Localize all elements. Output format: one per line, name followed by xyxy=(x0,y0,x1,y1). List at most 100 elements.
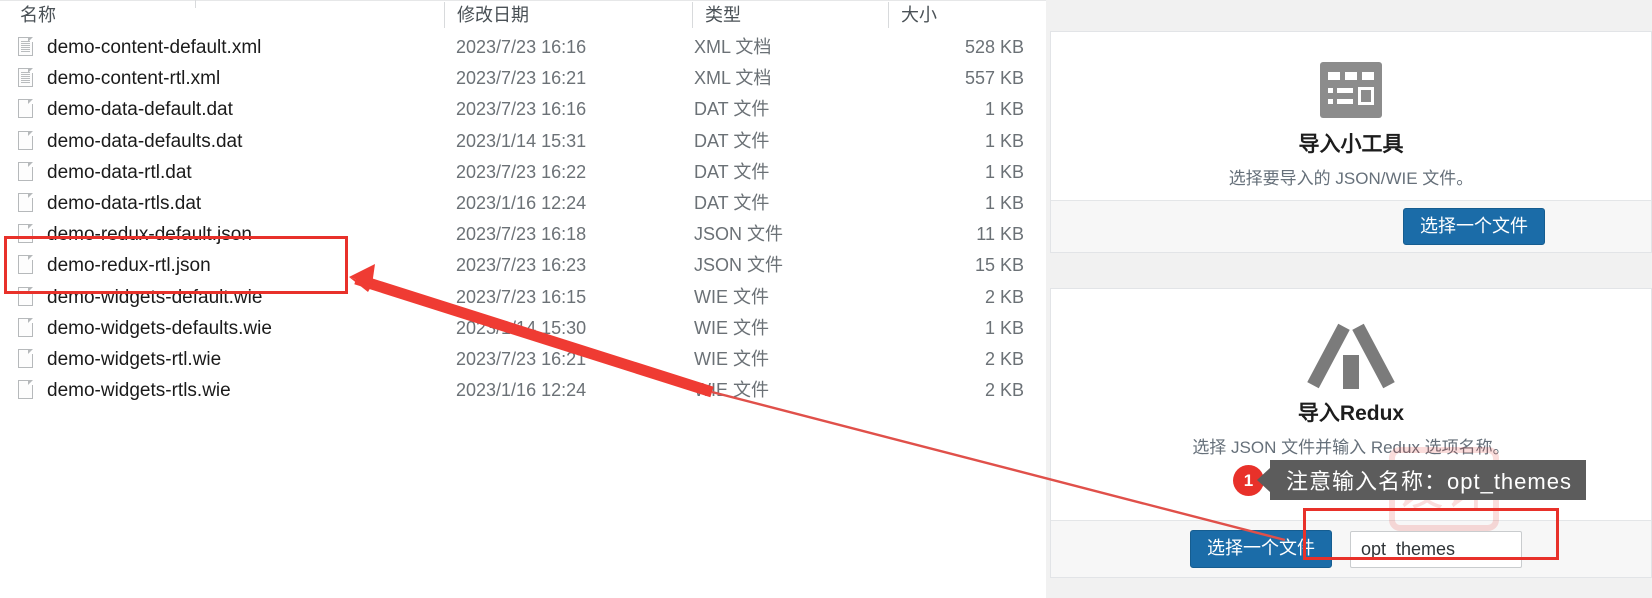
table-row[interactable]: demo-data-rtl.dat 2023/7/23 16:22 DAT 文件 1 … xyxy=(0,157,1046,188)
import-widgets-card: 导入小工具 选择要导入的 JSON/WIE 文件。 选择一个文件 xyxy=(1050,31,1652,253)
file-name-label: demo-widgets-defaults.wie xyxy=(47,317,272,339)
column-header-type[interactable]: 类型 xyxy=(692,2,888,28)
table-row[interactable]: demo-data-defaults.dat 2023/1/14 15:31 DAT… xyxy=(0,126,1046,157)
file-name-cell[interactable]: demo-widgets-default.wie xyxy=(18,282,262,313)
file-name-label: demo-data-rtl.dat xyxy=(47,161,192,183)
widget-grid-icon-wrap xyxy=(1051,62,1651,118)
file-type-cell: DAT 文件 xyxy=(694,130,770,151)
file-name-label: demo-widgets-rtls.wie xyxy=(47,380,231,402)
file-name-label: demo-content-rtl.xml xyxy=(47,68,221,90)
file-name-cell[interactable]: demo-redux-rtl.json xyxy=(18,250,211,281)
x-logo-icon xyxy=(1307,323,1395,389)
table-row[interactable]: demo-widgets-rtls.wie 2023/1/16 12:24 WIE … xyxy=(0,375,1046,406)
file-type-cell: WIE 文件 xyxy=(694,380,769,401)
generic-file-icon xyxy=(18,99,35,120)
table-row[interactable]: demo-data-rtls.dat 2023/1/16 12:24 DAT 文件 1… xyxy=(0,188,1046,219)
column-header-date[interactable]: 修改日期 xyxy=(444,2,692,28)
file-date-cell: 2023/1/14 15:31 xyxy=(456,130,587,151)
file-name-label: demo-data-rtls.dat xyxy=(47,192,202,214)
header-top-divider xyxy=(0,0,1046,1)
file-date-cell: 2023/7/23 16:22 xyxy=(456,161,587,182)
file-type-cell: DAT 文件 xyxy=(694,161,770,182)
file-date-cell: 2023/7/23 16:16 xyxy=(456,99,587,120)
file-size-cell: 1 KB xyxy=(984,192,1024,213)
file-date-cell: 2023/7/23 16:18 xyxy=(456,224,587,245)
screen-root: 名称 修改日期 类型 大小 demo-content-default.xml 20… xyxy=(0,0,1652,598)
file-date-cell: 2023/7/23 16:16 xyxy=(456,37,587,57)
import-redux-subtitle: 选择 JSON 文件并输入 Redux 选项名称。 xyxy=(1192,438,1510,457)
file-name-cell[interactable]: demo-data-defaults.dat xyxy=(18,126,242,157)
redux-option-name-input[interactable] xyxy=(1350,530,1522,568)
file-list: demo-content-default.xml 2023/7/23 16:16 X… xyxy=(0,32,1046,406)
file-date-cell: 2023/7/23 16:21 xyxy=(456,348,587,369)
import-pane: 导入小工具 选择要导入的 JSON/WIE 文件。 选择一个文件 导入Redux… xyxy=(1046,0,1652,598)
choose-file-button-widgets[interactable]: 选择一个文件 xyxy=(1403,207,1545,246)
xml-document-icon xyxy=(18,37,35,58)
file-name-cell[interactable]: demo-data-rtls.dat xyxy=(18,188,201,219)
file-type-cell: XML 文档 xyxy=(694,37,772,57)
file-size-cell: 1 KB xyxy=(984,317,1024,338)
file-date-cell: 2023/7/23 16:23 xyxy=(456,255,587,276)
file-type-cell: DAT 文件 xyxy=(694,99,770,120)
file-size-cell: 1 KB xyxy=(984,130,1024,151)
file-size-cell: 15 KB xyxy=(974,255,1024,276)
generic-file-icon xyxy=(18,348,35,370)
file-name-label: demo-redux-rtl.json xyxy=(47,255,211,277)
table-row[interactable]: demo-data-default.dat 2023/7/23 16:16 DAT … xyxy=(0,94,1046,125)
file-name-cell[interactable]: demo-redux-default.json xyxy=(18,219,252,250)
table-row[interactable]: demo-widgets-defaults.wie 2023/1/14 15:30… xyxy=(0,313,1046,344)
file-name-cell[interactable]: demo-widgets-rtls.wie xyxy=(18,375,231,406)
import-redux-card: 导入Redux 选择 JSON 文件并输入 Redux 选项名称。 选择一个文件 xyxy=(1050,288,1652,578)
x-logo-icon-wrap xyxy=(1051,323,1651,389)
table-row[interactable]: demo-widgets-rtl.wie 2023/7/23 16:21 WIE 文… xyxy=(0,344,1046,375)
file-size-cell: 1 KB xyxy=(984,99,1024,120)
file-date-cell: 2023/1/14 15:30 xyxy=(456,317,587,338)
import-widgets-body: 导入小工具 选择要导入的 JSON/WIE 文件。 xyxy=(1051,32,1651,200)
file-name-cell[interactable]: demo-widgets-rtl.wie xyxy=(18,344,221,375)
file-size-cell: 2 KB xyxy=(984,286,1024,307)
table-row[interactable]: demo-redux-default.json 2023/7/23 16:18 JS… xyxy=(0,219,1046,250)
generic-file-icon xyxy=(18,193,35,214)
table-row[interactable]: demo-redux-rtl.json 2023/7/23 16:23 JSON 文… xyxy=(0,250,1046,281)
callout-note: 注意输入名称：opt_themes xyxy=(1257,460,1586,500)
file-size-cell: 1 KB xyxy=(984,161,1024,182)
file-name-cell[interactable]: demo-widgets-defaults.wie xyxy=(18,313,272,344)
table-row[interactable]: demo-widgets-default.wie 2023/7/23 16:15 W… xyxy=(0,282,1046,313)
table-row[interactable]: demo-content-default.xml 2023/7/23 16:16 X… xyxy=(0,32,1046,63)
file-name-label: demo-redux-default.json xyxy=(47,224,252,246)
file-name-cell[interactable]: demo-data-default.dat xyxy=(18,94,233,125)
generic-file-icon xyxy=(18,317,35,339)
file-name-label: demo-widgets-rtl.wie xyxy=(47,348,222,370)
column-header-row: 名称 修改日期 类型 大小 xyxy=(0,0,1046,30)
import-widgets-title: 导入小工具 xyxy=(1298,133,1404,156)
file-name-cell[interactable]: demo-data-rtl.dat xyxy=(18,157,192,188)
file-name-label: demo-data-defaults.dat xyxy=(47,130,243,152)
generic-file-icon xyxy=(18,255,35,276)
column-header-size[interactable]: 大小 xyxy=(888,2,1038,28)
file-name-cell[interactable]: demo-content-default.xml xyxy=(18,32,261,63)
file-type-cell: DAT 文件 xyxy=(694,192,770,213)
file-date-cell: 2023/1/16 12:24 xyxy=(456,380,587,401)
file-type-cell: JSON 文件 xyxy=(694,255,784,276)
choose-file-button-redux[interactable]: 选择一个文件 xyxy=(1190,530,1332,568)
import-widgets-subtitle: 选择要导入的 JSON/WIE 文件。 xyxy=(1228,169,1474,188)
file-name-label: demo-widgets-default.wie xyxy=(47,286,263,308)
table-row[interactable]: demo-content-rtl.xml 2023/7/23 16:21 XML 文… xyxy=(0,63,1046,94)
file-size-cell: 528 KB xyxy=(964,37,1024,57)
widget-grid-icon xyxy=(1320,62,1382,118)
file-date-cell: 2023/7/23 16:15 xyxy=(456,286,587,307)
file-size-cell: 2 KB xyxy=(984,348,1024,369)
import-redux-title: 导入Redux xyxy=(1297,402,1405,425)
file-name-cell[interactable]: demo-content-rtl.xml xyxy=(18,63,220,94)
generic-file-icon xyxy=(18,130,35,152)
file-size-cell: 11 KB xyxy=(976,224,1024,245)
column-header-name[interactable]: 名称 xyxy=(8,2,448,28)
generic-file-icon xyxy=(18,161,35,183)
generic-file-icon xyxy=(18,224,35,245)
import-redux-footer: 选择一个文件 xyxy=(1051,520,1651,577)
file-date-cell: 2023/1/16 12:24 xyxy=(456,192,587,213)
file-explorer-pane: 名称 修改日期 类型 大小 demo-content-default.xml 20… xyxy=(0,0,1046,598)
import-widgets-footer: 选择一个文件 xyxy=(1051,200,1651,252)
file-name-label: demo-content-default.xml xyxy=(47,37,262,58)
file-size-cell: 2 KB xyxy=(984,380,1024,401)
